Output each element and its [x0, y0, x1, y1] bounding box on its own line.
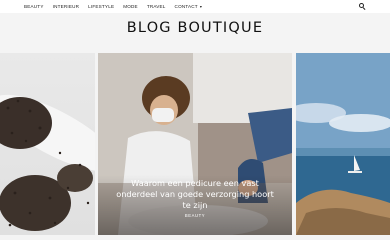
main-menu: BEAUTY INTERIEUR LIFESTYLE MODE TRAVEL C… — [24, 0, 211, 13]
top-navigation-bar: BEAUTY INTERIEUR LIFESTYLE MODE TRAVEL C… — [0, 0, 390, 13]
nav-label: BEAUTY — [24, 4, 44, 9]
featured-post-category[interactable]: BEAUTY — [98, 213, 292, 218]
nav-item-lifestyle[interactable]: LIFESTYLE — [88, 4, 114, 9]
nav-item-mode[interactable]: MODE — [123, 4, 138, 9]
nav-label: TRAVEL — [146, 4, 166, 9]
search-icon[interactable] — [359, 3, 366, 10]
nav-label: INTERIEUR — [52, 4, 80, 9]
slide-featured[interactable]: Waarom een pedicure een vast onderdeel v… — [98, 53, 292, 235]
site-logo[interactable]: BLOG BOUTIQUE — [127, 20, 263, 36]
nav-label: MODE — [123, 4, 138, 9]
nav-item-travel[interactable]: TRAVEL — [147, 4, 166, 9]
featured-slider: Waarom een pedicure een vast onderdeel v… — [0, 53, 390, 235]
seascape-image — [296, 53, 390, 235]
nav-item-contact[interactable]: CONTACT ▾ — [175, 4, 202, 9]
nav-label: LIFESTYLE — [88, 4, 115, 9]
chia-seeds-image — [0, 94, 95, 231]
site-header: BLOG BOUTIQUE — [0, 13, 390, 43]
nav-item-beauty[interactable]: BEAUTY — [24, 4, 44, 9]
chevron-down-icon: ▾ — [199, 4, 203, 9]
nav-label: CONTACT — [174, 4, 198, 9]
nav-item-interieur[interactable]: INTERIEUR — [53, 4, 80, 9]
featured-post-title[interactable]: Waarom een pedicure een vast onderdeel v… — [112, 178, 278, 211]
slide-previous[interactable] — [0, 53, 95, 235]
slide-next[interactable] — [296, 53, 390, 235]
